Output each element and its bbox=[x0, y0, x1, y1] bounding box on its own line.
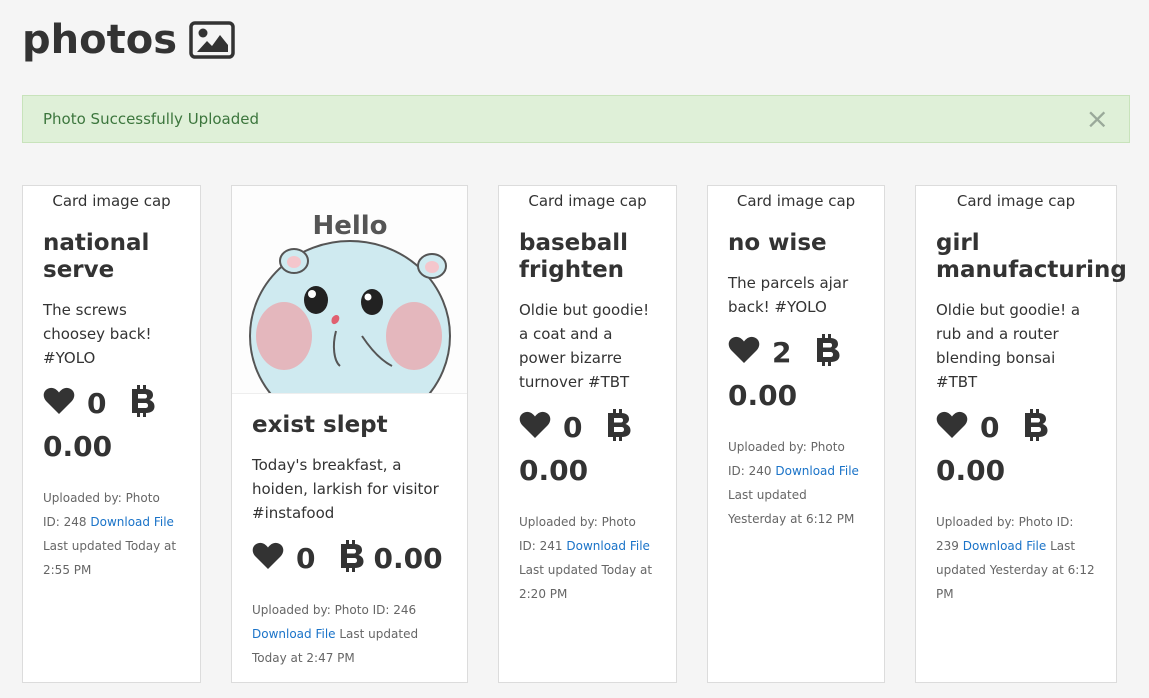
photo-card: Hello exist slept Today's breakfast, a h… bbox=[231, 185, 468, 683]
card-text: Oldie but goodie! a rub and a router ble… bbox=[936, 301, 1081, 391]
card-image-cap: Card image cap bbox=[956, 192, 1076, 210]
bitcoin-icon bbox=[339, 540, 365, 572]
close-icon[interactable]: × bbox=[1086, 105, 1109, 133]
image-caption-text: Hello bbox=[312, 211, 387, 241]
like-count: 0 bbox=[296, 542, 316, 575]
card-meta: Uploaded by: Photo ID: 248 Download File… bbox=[43, 486, 180, 582]
price: 0.00 bbox=[728, 379, 798, 412]
download-link[interactable]: Download File bbox=[963, 539, 1047, 553]
bitcoin-icon bbox=[815, 334, 841, 366]
photo-card: Card image cap girl manufacturing Oldie … bbox=[915, 185, 1127, 683]
bitcoin-icon bbox=[606, 409, 632, 441]
card-text: Today's breakfast, a hoiden, larkish for… bbox=[252, 456, 439, 522]
card-title: exist slept bbox=[252, 412, 388, 438]
alert-message: Photo Successfully Uploaded bbox=[43, 110, 260, 128]
photo-card: Card image cap no wise The parcels ajar … bbox=[707, 185, 885, 683]
card-meta: Uploaded by: Photo ID: 239 Download File… bbox=[936, 510, 1096, 606]
like-count: 0 bbox=[980, 411, 1000, 444]
heart-icon[interactable] bbox=[252, 542, 284, 570]
photo-card: Card image cap national serve The screws… bbox=[22, 185, 201, 683]
card-stats: 00.00 bbox=[936, 406, 1096, 492]
card-meta: Uploaded by: Photo ID: 240 Download File… bbox=[728, 435, 864, 531]
last-updated: Last updated Today at 2:55 PM bbox=[43, 539, 177, 577]
download-link[interactable]: Download File bbox=[775, 464, 859, 478]
last-updated: Last updated Yesterday at 6:12 PM bbox=[728, 488, 855, 526]
card-image-cap: Card image cap bbox=[528, 192, 647, 210]
card-title: national serve bbox=[43, 230, 150, 283]
price: 0.00 bbox=[373, 542, 443, 575]
image-icon bbox=[189, 21, 235, 59]
card-meta: Uploaded by: Photo ID: 241 Download File… bbox=[519, 510, 656, 606]
success-alert: Photo Successfully Uploaded × bbox=[22, 95, 1130, 143]
price: 0.00 bbox=[519, 454, 589, 487]
card-meta: Uploaded by: Photo ID: 246 Download File… bbox=[252, 598, 447, 670]
price: 0.00 bbox=[43, 430, 113, 463]
bitcoin-icon bbox=[1023, 409, 1049, 441]
heart-icon[interactable] bbox=[43, 387, 75, 415]
card-image: Hello bbox=[232, 186, 467, 394]
bitcoin-icon bbox=[130, 385, 156, 417]
card-stats: 00.00 bbox=[43, 382, 180, 468]
download-link[interactable]: Download File bbox=[252, 627, 336, 641]
heart-icon[interactable] bbox=[519, 411, 551, 439]
download-link[interactable]: Download File bbox=[566, 539, 650, 553]
card-title: no wise bbox=[728, 230, 827, 256]
card-stats: 20.00 bbox=[728, 331, 864, 417]
card-image-cap: Card image cap bbox=[52, 192, 171, 210]
download-link[interactable]: Download File bbox=[90, 515, 174, 529]
card-text: The parcels ajar back! #YOLO bbox=[728, 274, 849, 316]
price: 0.00 bbox=[936, 454, 1006, 487]
page-title-text: photos bbox=[22, 17, 177, 63]
like-count: 2 bbox=[772, 336, 792, 369]
card-text: The screws choosey back! #YOLO bbox=[43, 301, 152, 367]
page-title: photos bbox=[22, 14, 235, 66]
card-title: baseball frighten bbox=[519, 230, 629, 283]
card-title: girl manufacturing bbox=[936, 230, 1127, 283]
card-stats: 00.00 bbox=[519, 406, 656, 492]
uploaded-by: Uploaded by: Photo ID: 246 bbox=[252, 603, 417, 617]
heart-icon[interactable] bbox=[936, 411, 968, 439]
like-count: 0 bbox=[563, 411, 583, 444]
card-stats: 00.00 bbox=[252, 537, 447, 580]
card-text: Oldie but goodie! a coat and a power biz… bbox=[519, 301, 650, 391]
photo-card: Card image cap baseball frighten Oldie b… bbox=[498, 185, 677, 683]
last-updated: Last updated Today at 2:20 PM bbox=[519, 563, 653, 601]
heart-icon[interactable] bbox=[728, 336, 760, 364]
like-count: 0 bbox=[87, 387, 107, 420]
card-image-cap: Card image cap bbox=[736, 192, 856, 210]
